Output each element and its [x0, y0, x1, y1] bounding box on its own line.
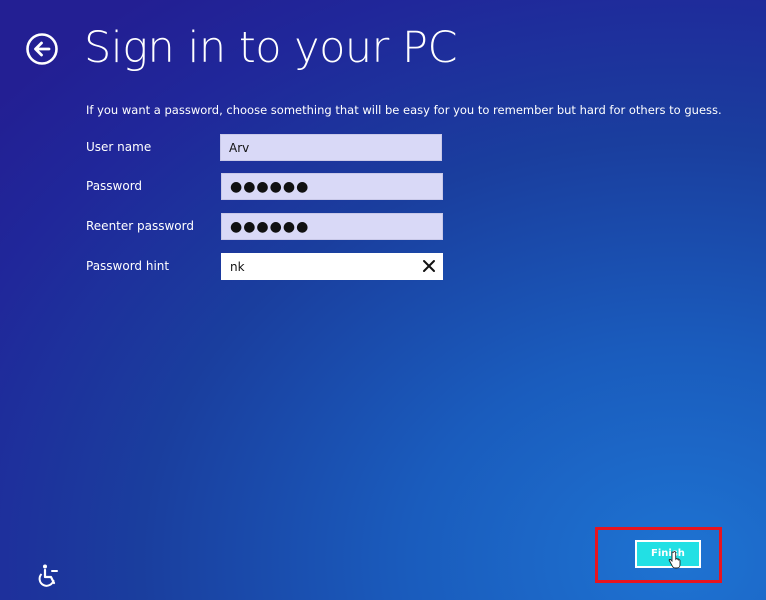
reenter-password-label: Reenter password — [86, 219, 194, 233]
back-arrow-icon — [26, 33, 58, 65]
close-icon — [423, 260, 435, 272]
clear-hint-button[interactable] — [419, 256, 439, 276]
mouse-cursor-icon — [668, 551, 681, 569]
password-hint-label: Password hint — [86, 259, 170, 273]
user-name-input[interactable] — [220, 134, 442, 161]
page-title: Sign in to your PC — [84, 23, 457, 73]
password-label: Password — [86, 179, 143, 193]
ease-of-access-button[interactable] — [38, 563, 62, 587]
reenter-password-input[interactable] — [221, 213, 443, 240]
user-name-label: User name — [86, 140, 152, 154]
password-input[interactable] — [221, 173, 443, 200]
instruction-text: If you want a password, choose something… — [86, 103, 722, 117]
ease-of-access-icon — [38, 564, 58, 587]
back-button[interactable] — [25, 32, 59, 66]
password-hint-input[interactable] — [221, 253, 443, 280]
